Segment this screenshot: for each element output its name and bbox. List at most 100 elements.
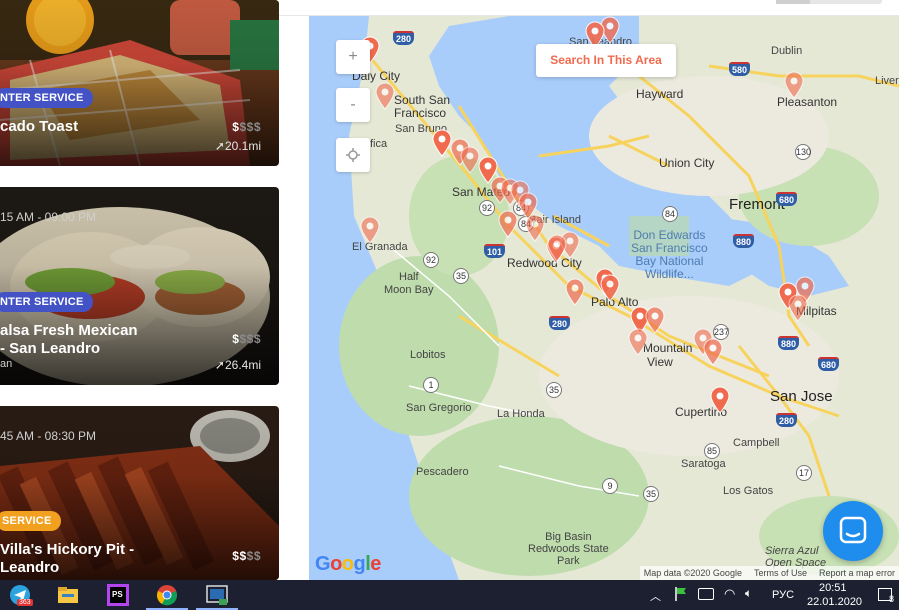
route-marker: 9 [602, 478, 618, 494]
map-label-line: Half [399, 271, 419, 283]
route-marker: 84 [662, 206, 678, 222]
distance: ➚20.1mi [215, 139, 261, 153]
route-marker: 130 [795, 144, 811, 160]
route-marker: 1 [423, 377, 439, 393]
map-pin-icon[interactable] [627, 328, 649, 356]
navigation-arrow-icon: ➚ [214, 139, 225, 153]
restaurant-name: cado Toast [0, 118, 79, 135]
app-icon[interactable] [205, 583, 229, 607]
map-pin-icon[interactable] [787, 294, 809, 322]
highway-shield: 101 [484, 244, 506, 258]
chrome-icon[interactable] [155, 583, 179, 607]
search-this-area-button[interactable]: Search In This Area [536, 44, 676, 77]
highway-shield: 880 [733, 234, 755, 248]
map-label-line: Wildlife... [645, 267, 694, 281]
map-label: Pescadero [416, 466, 469, 478]
zoom-in-button[interactable]: + [336, 40, 370, 74]
toggle-segment[interactable] [776, 0, 810, 4]
price-level: $$$$ [232, 332, 261, 346]
map-pin-icon[interactable] [524, 214, 546, 242]
distance: ➚26.4mi [215, 358, 261, 372]
zoom-out-button[interactable]: - [336, 88, 370, 122]
report-error-link[interactable]: Report a map error [819, 568, 895, 578]
battery-icon[interactable] [698, 588, 714, 600]
name-line: Leandro [0, 559, 60, 576]
name-line: - San Leandro [0, 340, 101, 357]
restaurant-name: Villa's Hickory Pit - Leandro [0, 541, 134, 577]
language-indicator[interactable]: РУС [772, 589, 794, 601]
map-pin-icon[interactable] [497, 210, 519, 238]
map-label-line: Moon Bay [384, 284, 434, 296]
map-pin-icon[interactable] [709, 386, 731, 414]
route-marker: 35 [643, 486, 659, 502]
map-label: Los Gatos [723, 485, 774, 497]
terms-link[interactable]: Terms of Use [754, 568, 807, 578]
map-attribution: Map data ©2020 Google Terms of Use Repor… [639, 566, 899, 580]
svg-text:PS: PS [112, 590, 123, 599]
map-label: Lobitos [410, 349, 446, 361]
map-label: South San Francisco [394, 94, 450, 120]
map-label-line: Redwoods State [528, 543, 609, 555]
distance-value: 26.4mi [224, 358, 261, 372]
route-marker: 35 [453, 268, 469, 284]
phpstorm-icon[interactable]: PS [106, 583, 130, 607]
map-label: Saratoga [681, 458, 726, 470]
restaurant-card[interactable]: NTER SERVICE cado Toast $$$$ ➚20.1mi [0, 0, 279, 166]
clock-date[interactable]: 22.01.2020 [807, 596, 862, 608]
highway-shield: 880 [778, 336, 800, 350]
map-label: Campbell [733, 437, 780, 449]
top-toggle[interactable] [776, 0, 882, 4]
chat-button[interactable] [823, 501, 883, 561]
restaurant-card[interactable]: 15 AM - 09:00 PM NTER SERVICE alsa Fresh… [0, 187, 279, 385]
map-label: Hayward [636, 87, 684, 101]
windows-taskbar: 363 PS ︿ ◠ 🔈︎ РУС 20:51 22.01.2020 8 [0, 580, 899, 610]
map-label-line: View [647, 355, 673, 369]
name-line: Villa's Hickory Pit - [0, 541, 135, 558]
map-view[interactable]: Daly City South San Francisco San Bruno … [309, 16, 899, 580]
map-label: Liverm [875, 75, 899, 87]
volume-icon[interactable]: 🔈︎ [745, 586, 752, 601]
highway-shield: 280 [549, 316, 571, 330]
distance-value: 20.1mi [224, 139, 261, 153]
map-pin-icon[interactable] [783, 71, 805, 99]
map-data-text: Map data ©2020 Google [643, 568, 742, 578]
navigation-arrow-icon: ➚ [214, 358, 225, 372]
map-label: Half Moon Bay [384, 271, 434, 297]
map-label: fica [370, 138, 388, 150]
map-pin-icon[interactable] [564, 278, 586, 306]
highway-shield: 280 [776, 413, 798, 427]
map-pin-icon[interactable] [374, 82, 396, 110]
price-inactive: $$$ [239, 332, 261, 346]
service-badge: NTER SERVICE [0, 88, 93, 108]
restaurant-name: alsa Fresh Mexican - San Leandro [0, 322, 138, 358]
google-logo: Google [315, 553, 381, 575]
crosshair-icon [346, 148, 360, 162]
map-pin-icon[interactable] [599, 274, 621, 302]
map-label: Big Basin Redwoods State Park [528, 531, 609, 567]
map-label: San Gregorio [406, 402, 472, 414]
route-marker: 17 [796, 465, 812, 481]
route-marker: 35 [546, 382, 562, 398]
clock-time[interactable]: 20:51 [819, 582, 847, 594]
restaurant-card[interactable]: 45 AM - 08:30 PM SERVICE Villa's Hickory… [0, 406, 279, 580]
name-line: alsa Fresh Mexican [0, 322, 138, 339]
map-pin-icon[interactable] [359, 216, 381, 244]
wifi-icon[interactable]: ◠ [724, 586, 735, 602]
telegram-icon[interactable]: 363 [8, 583, 33, 607]
chat-icon [839, 516, 867, 544]
map-pin-icon[interactable] [546, 234, 568, 262]
price-inactive: $$ [246, 549, 261, 563]
price-level: $$$$ [232, 120, 261, 134]
locate-button[interactable] [336, 138, 370, 172]
tray-chevron-icon[interactable]: ︿ [650, 588, 661, 604]
price-inactive: $$$ [239, 120, 261, 134]
map-label-line: Sierra Azul [765, 545, 819, 557]
file-explorer-icon[interactable] [56, 583, 80, 607]
service-badge: SERVICE [0, 511, 61, 531]
map-label: Union City [659, 156, 715, 170]
flag-icon[interactable] [675, 587, 687, 601]
map-pin-icon[interactable] [702, 338, 724, 366]
price-active: $$ [232, 549, 247, 563]
price-level: $$$$ [232, 549, 261, 563]
map-label: Mountain View [643, 341, 692, 369]
